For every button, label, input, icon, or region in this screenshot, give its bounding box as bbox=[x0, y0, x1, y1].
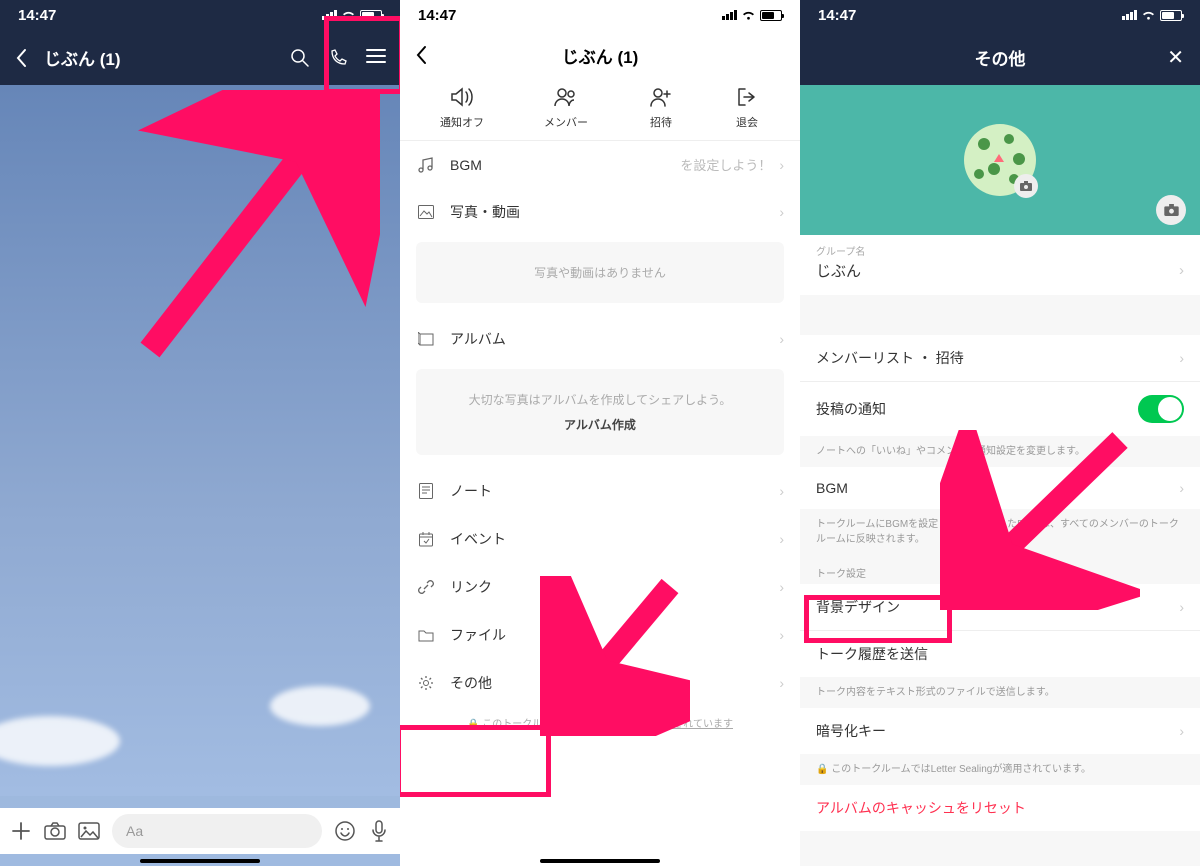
folder-icon bbox=[416, 629, 436, 642]
chevron-right-icon: › bbox=[779, 531, 784, 547]
leave-icon bbox=[734, 86, 760, 108]
chat-input-bar: Aa bbox=[0, 808, 400, 854]
photo-icon bbox=[416, 205, 436, 219]
lock-icon: 🔒 bbox=[816, 764, 828, 775]
settings-screen: 14:47 その他 ✕ グループ名 じぶん› bbox=[800, 0, 1200, 866]
link-icon bbox=[416, 579, 436, 595]
status-time: 14:47 bbox=[818, 7, 856, 24]
status-icons bbox=[1122, 10, 1182, 21]
battery-icon bbox=[1160, 10, 1182, 21]
album-icon bbox=[416, 332, 436, 346]
chevron-right-icon: › bbox=[1179, 723, 1184, 739]
chevron-right-icon: › bbox=[779, 483, 784, 499]
group-avatar[interactable] bbox=[964, 124, 1036, 196]
battery-icon bbox=[760, 10, 782, 21]
action-leave[interactable]: 退会 bbox=[734, 86, 760, 130]
action-row: 通知オフ メンバー 招待 退会 bbox=[400, 80, 800, 141]
emoji-icon[interactable] bbox=[334, 820, 356, 842]
signal-icon bbox=[722, 10, 737, 20]
settings-title: その他 bbox=[975, 45, 1026, 70]
chat-menu-screen: 14:47 じぶん (1) 通知オフ メンバー 招待 bbox=[400, 0, 800, 866]
chevron-right-icon: › bbox=[779, 627, 784, 643]
arrow-to-menu bbox=[130, 90, 380, 370]
status-bar: 14:47 bbox=[800, 0, 1200, 30]
action-notify-off[interactable]: 通知オフ bbox=[440, 86, 484, 130]
calendar-icon bbox=[416, 532, 436, 547]
note-icon bbox=[416, 483, 436, 499]
gear-icon bbox=[416, 675, 436, 691]
chevron-right-icon: › bbox=[779, 579, 784, 595]
row-bgm[interactable]: BGM を設定しよう！ › bbox=[400, 141, 800, 188]
arrow-to-other bbox=[540, 576, 690, 736]
chevron-right-icon: › bbox=[779, 331, 784, 347]
chevron-right-icon: › bbox=[779, 157, 784, 173]
mic-icon[interactable] bbox=[368, 820, 390, 842]
status-time: 14:47 bbox=[418, 7, 456, 24]
status-time: 14:47 bbox=[18, 7, 56, 24]
wifi-icon bbox=[1141, 10, 1156, 21]
members-icon bbox=[553, 86, 579, 108]
signal-icon bbox=[1122, 10, 1137, 20]
invite-icon bbox=[648, 86, 674, 108]
photos-empty: 写真や動画はありません bbox=[416, 242, 784, 303]
row-post-notify: 投稿の通知 bbox=[800, 382, 1200, 436]
notify-toggle[interactable] bbox=[1138, 395, 1184, 423]
back-button[interactable] bbox=[414, 45, 428, 65]
row-event[interactable]: イベント › bbox=[400, 515, 800, 563]
speaker-icon bbox=[449, 86, 475, 108]
home-indicator bbox=[140, 859, 260, 863]
camera-icon[interactable] bbox=[44, 820, 66, 842]
row-note[interactable]: ノート › bbox=[400, 467, 800, 515]
picture-icon[interactable] bbox=[78, 820, 100, 842]
cover-area bbox=[800, 85, 1200, 235]
row-encryption[interactable]: 暗号化キー › bbox=[800, 708, 1200, 754]
status-bar: 14:47 bbox=[400, 0, 800, 30]
home-indicator bbox=[540, 859, 660, 863]
message-input[interactable]: Aa bbox=[112, 814, 322, 848]
wifi-icon bbox=[741, 10, 756, 21]
status-icons bbox=[722, 10, 782, 21]
plus-icon[interactable] bbox=[10, 820, 32, 842]
highlight-bg-design bbox=[804, 595, 952, 643]
chevron-right-icon: › bbox=[1179, 262, 1184, 279]
chevron-right-icon: › bbox=[779, 675, 784, 691]
send-history-hint: トーク内容をテキスト形式のファイルで送信します。 bbox=[800, 677, 1200, 708]
cover-camera-icon[interactable] bbox=[1156, 195, 1186, 225]
encryption-hint: 🔒 このトークルームではLetter Sealingが適用されています。 bbox=[800, 754, 1200, 785]
menu-title: じぶん (1) bbox=[562, 43, 639, 68]
chevron-right-icon: › bbox=[1179, 599, 1184, 615]
chat-title: じぶん (1) bbox=[44, 45, 290, 70]
close-button[interactable]: ✕ bbox=[1167, 45, 1184, 70]
album-empty[interactable]: 大切な写真はアルバムを作成してシェアしよう。 アルバム作成 bbox=[416, 369, 784, 455]
music-icon bbox=[416, 157, 436, 173]
chevron-right-icon: › bbox=[1179, 350, 1184, 366]
row-reset-cache[interactable]: アルバムのキャッシュをリセット bbox=[800, 785, 1200, 831]
chat-screen: 14:47 じぶん (1) Aa bbox=[0, 0, 400, 866]
group-name-row[interactable]: グループ名 じぶん› bbox=[800, 235, 1200, 295]
action-invite[interactable]: 招待 bbox=[648, 86, 674, 130]
row-album[interactable]: アルバム › bbox=[400, 315, 800, 363]
action-members[interactable]: メンバー bbox=[544, 86, 588, 130]
back-button[interactable] bbox=[14, 48, 28, 68]
menu-header: じぶん (1) bbox=[400, 30, 800, 80]
highlight-other bbox=[400, 725, 551, 797]
arrow-to-bg-design bbox=[940, 430, 1140, 610]
row-photos[interactable]: 写真・動画 › bbox=[400, 188, 800, 236]
chevron-right-icon: › bbox=[779, 204, 784, 220]
settings-header: その他 ✕ bbox=[800, 30, 1200, 85]
chevron-right-icon: › bbox=[1179, 480, 1184, 496]
search-icon[interactable] bbox=[290, 48, 310, 68]
avatar-camera-icon[interactable] bbox=[1014, 174, 1038, 198]
row-member-list[interactable]: メンバーリスト ・ 招待 › bbox=[800, 335, 1200, 381]
highlight-menu bbox=[324, 16, 400, 94]
